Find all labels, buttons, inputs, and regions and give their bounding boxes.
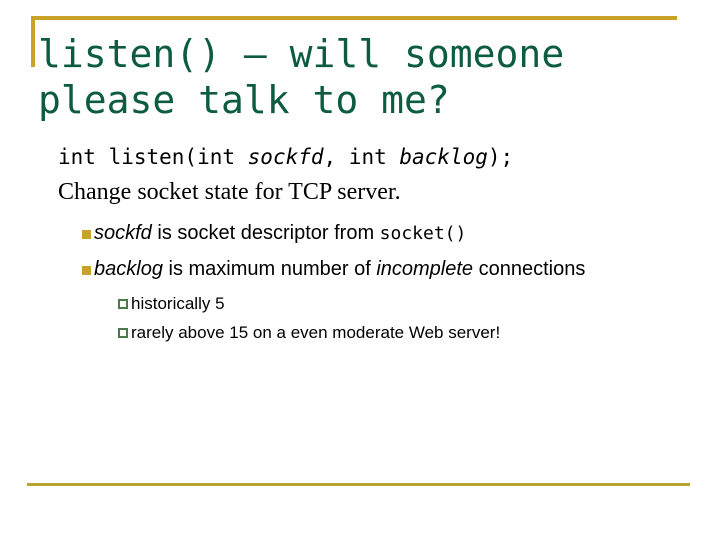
signature-prefix: int listen(int [58,145,248,169]
bullet-list-level1: sockfd is socket descriptor from socket(… [36,221,696,282]
signature-suffix: ); [487,145,514,169]
solid-square-bullet-icon [82,230,91,239]
signature-param-backlog: backlog [399,145,488,169]
list-item: sockfd is socket descriptor from socket(… [36,221,696,246]
bullet-2-text: is maximum number of [162,258,377,280]
gold-left-stub [31,16,35,67]
hollow-square-bullet-icon [118,328,128,338]
solid-square-bullet-icon [82,266,91,275]
gold-top-rule [31,16,677,20]
list-item: historically 5 [36,293,696,315]
sub-bullet-2-text: rarely above 15 on a even moderate Web s… [131,323,501,342]
bullet-2-emphasis: backlog [94,258,163,280]
list-item: backlog is maximum number of incomplete … [36,257,696,282]
bullet-1-code: socket() [379,223,467,244]
slide-body: int listen(int sockfd, int backlog); Cha… [36,143,696,351]
summary-text: Change socket state for TCP server. [58,179,401,205]
sub-bullet-1-text: historically 5 [131,294,225,313]
bullet-2-tail: connections [473,258,586,280]
bullet-2-emphasis-2: incomplete [376,258,474,280]
slide-title: listen() – will someone please talk to m… [38,32,588,122]
function-signature: int listen(int sockfd, int backlog); [36,143,696,171]
hollow-square-bullet-icon [118,299,128,309]
gold-bottom-rule [27,483,690,486]
bullet-1-text: is socket descriptor from [151,222,380,244]
list-item: rarely above 15 on a even moderate Web s… [36,322,696,344]
slide-canvas: listen() – will someone please talk to m… [0,0,720,540]
signature-param-sockfd: sockfd [247,145,324,169]
bullet-1-emphasis: sockfd [94,222,152,244]
signature-middle: , int [323,145,400,169]
bullet-list-level2: historically 5 rarely above 15 on a even… [36,293,696,344]
